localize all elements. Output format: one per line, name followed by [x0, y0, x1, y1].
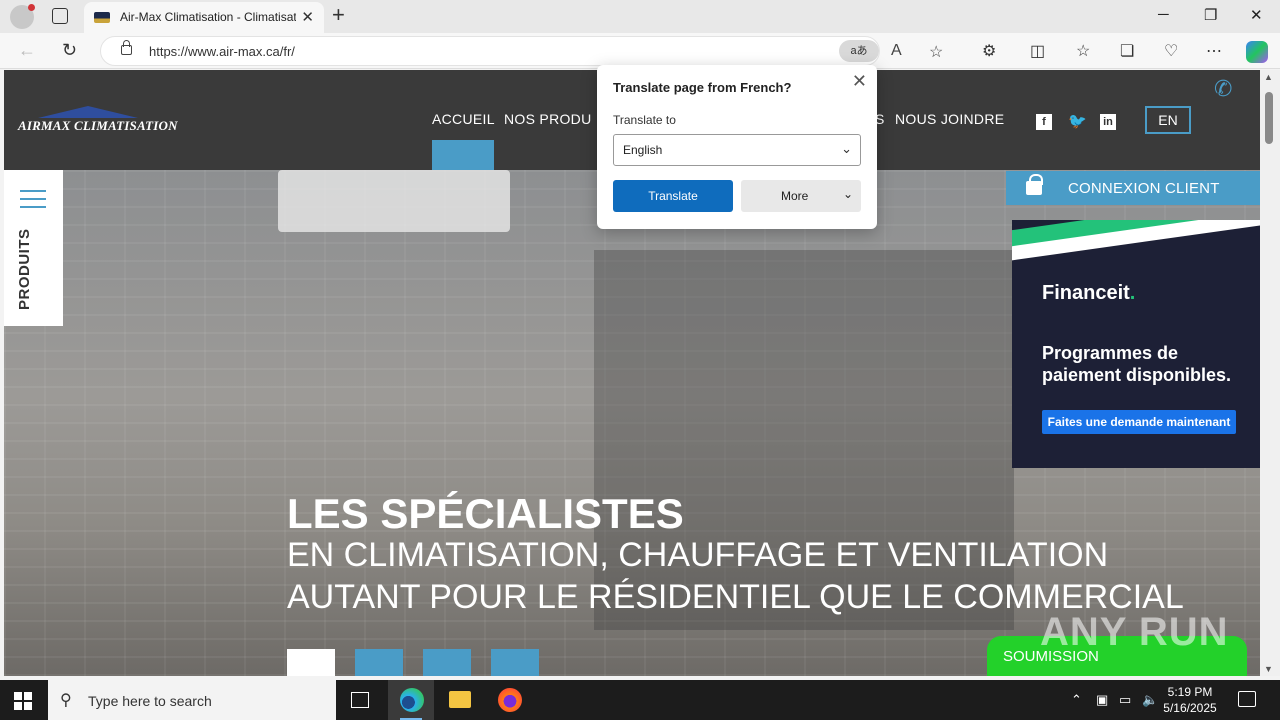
task-view-button[interactable]: [337, 680, 383, 720]
edge-icon: [400, 688, 424, 712]
network-icon[interactable]: ▭: [1119, 692, 1131, 708]
chevron-down-icon: ⌄: [841, 141, 852, 156]
new-tab-icon[interactable]: +: [332, 4, 345, 26]
language-button[interactable]: EN: [1145, 106, 1191, 134]
notification-icon[interactable]: [1238, 691, 1256, 707]
page-scrollbar[interactable]: ▲ ▼: [1260, 70, 1280, 676]
windows-start-icon[interactable]: [14, 692, 32, 710]
logo-text: AIRMAX CLIMATISATION: [18, 118, 178, 133]
client-login-button[interactable]: CONNEXION CLIENT: [1006, 171, 1260, 205]
menu-item-nous-joindre[interactable]: NOUS JOINDRE: [895, 111, 1004, 127]
hero-subtitle-line-1: EN CLIMATISATION, CHAUFFAGE ET VENTILATI…: [287, 536, 1109, 574]
more-button[interactable]: More ⌄: [741, 180, 861, 212]
minimize-icon[interactable]: ─: [1158, 6, 1169, 23]
ad-apply-button[interactable]: Faites une demande maintenant: [1042, 410, 1236, 434]
restore-icon[interactable]: ❐: [1204, 6, 1217, 24]
linkedin-icon[interactable]: in: [1100, 114, 1116, 130]
target-language-select[interactable]: English ⌄: [613, 134, 861, 166]
site-logo[interactable]: AIRMAX CLIMATISATION: [18, 106, 178, 136]
logo-roof-icon: [38, 106, 138, 118]
url-text[interactable]: https://www.air-max.ca/fr/: [149, 44, 295, 59]
back-icon[interactable]: ←: [18, 40, 36, 61]
financeit-ad[interactable]: Financeit. Programmes de paiement dispon…: [1012, 220, 1260, 468]
client-login-label: CONNEXION CLIENT: [1068, 180, 1220, 197]
facebook-icon[interactable]: f: [1036, 114, 1052, 130]
performance-icon[interactable]: ♡: [1164, 41, 1178, 61]
task-view-icon: [351, 692, 369, 708]
financeit-brand-dot: .: [1129, 282, 1136, 304]
clock-time: 5:19 PM: [1167, 685, 1213, 699]
twitter-icon[interactable]: 🐦: [1068, 114, 1087, 130]
hero-title: LES SPÉCIALISTES: [287, 490, 684, 537]
slide-dot-2[interactable]: [355, 649, 403, 676]
translate-popup: Translate page from French? ✕ Translate …: [597, 65, 877, 229]
close-icon[interactable]: ✕: [852, 71, 867, 92]
extensions-icon[interactable]: ⚙: [982, 41, 996, 61]
scrollbar-thumb[interactable]: [1265, 92, 1273, 144]
more-button-label: More: [781, 189, 809, 203]
selected-language: English: [623, 143, 663, 157]
collections-icon[interactable]: ❏: [1120, 41, 1134, 61]
slide-dot-4[interactable]: [491, 649, 539, 676]
favicon-icon: [94, 12, 110, 23]
volume-icon[interactable]: 🔈: [1142, 692, 1158, 708]
menu-item-nos-produits[interactable]: NOS PRODU: [504, 111, 592, 127]
ad-text: Programmes de paiement disponibles.: [1042, 343, 1232, 385]
refresh-icon[interactable]: ↻: [62, 40, 77, 61]
profile-icon[interactable]: [10, 4, 35, 29]
translate-button[interactable]: Translate: [613, 180, 733, 212]
clock-date: 5/16/2025: [1163, 701, 1217, 715]
tab-actions-icon[interactable]: [52, 8, 68, 24]
translate-popup-title: Translate page from French?: [613, 80, 792, 95]
phone-icon[interactable]: ✆: [1214, 76, 1232, 102]
translate-to-label: Translate to: [613, 113, 676, 127]
copilot-icon[interactable]: [1246, 41, 1268, 63]
tray-chevron-up-icon[interactable]: ⌃: [1071, 692, 1082, 708]
browser-tab[interactable]: Air-Max Climatisation - Climatisation ✕: [84, 2, 324, 33]
translate-icon[interactable]: aあ: [839, 40, 879, 62]
taskbar-firefox[interactable]: [486, 680, 532, 720]
anyrun-watermark: ANY RUN: [1040, 610, 1229, 654]
close-window-icon[interactable]: ✕: [1250, 6, 1263, 24]
products-side-label: PRODUITS: [16, 228, 33, 310]
search-icon: ⚲: [60, 692, 72, 709]
more-menu-icon[interactable]: ⋯: [1206, 41, 1222, 61]
windows-taskbar: ⚲ Type here to search ⌃ ▣ ▭ 🔈 5:19 PM 5/…: [0, 680, 1280, 720]
address-bar-row: ← ↻ https://www.air-max.ca/fr/ aあ A ☆ ⚙ …: [0, 33, 1280, 69]
taskbar-file-explorer[interactable]: [436, 680, 482, 720]
firefox-icon: [498, 688, 522, 712]
taskbar-search-box[interactable]: ⚲ Type here to search: [48, 680, 336, 720]
products-side-tab[interactable]: PRODUITS: [4, 170, 63, 326]
menu-active-indicator: [432, 140, 494, 170]
taskbar-clock[interactable]: 5:19 PM 5/16/2025: [1160, 684, 1220, 716]
chevron-down-icon: ⌄: [842, 187, 853, 201]
split-screen-icon[interactable]: ◫: [1030, 41, 1045, 61]
folder-icon: [449, 691, 471, 708]
hero-ac-unit-image: [278, 170, 510, 232]
tab-title: Air-Max Climatisation - Climatisation: [120, 10, 296, 24]
scroll-up-arrow-icon[interactable]: ▲: [1264, 72, 1273, 82]
financeit-logo: Financeit.: [1042, 282, 1135, 305]
read-aloud-icon[interactable]: A: [891, 42, 902, 60]
lock-icon[interactable]: [121, 40, 132, 55]
slide-dot-1[interactable]: [287, 649, 335, 676]
address-bar[interactable]: https://www.air-max.ca/fr/ aあ A ☆: [100, 36, 943, 66]
slide-dot-3[interactable]: [423, 649, 471, 676]
hamburger-menu-icon[interactable]: [20, 190, 46, 208]
lock-icon: [1026, 174, 1043, 195]
favorite-star-icon[interactable]: ☆: [929, 42, 943, 62]
taskbar-edge[interactable]: [388, 680, 434, 720]
close-tab-icon[interactable]: ✕: [301, 8, 314, 26]
favorites-icon[interactable]: ☆: [1076, 41, 1090, 61]
taskbar-search-placeholder: Type here to search: [88, 693, 212, 709]
menu-item-accueil[interactable]: ACCUEIL: [432, 111, 495, 127]
scroll-down-arrow-icon[interactable]: ▼: [1264, 664, 1273, 674]
tray-device-icon[interactable]: ▣: [1096, 692, 1108, 708]
browser-tab-bar: Air-Max Climatisation - Climatisation ✕ …: [0, 0, 1280, 33]
financeit-brand: Financeit: [1042, 282, 1130, 304]
